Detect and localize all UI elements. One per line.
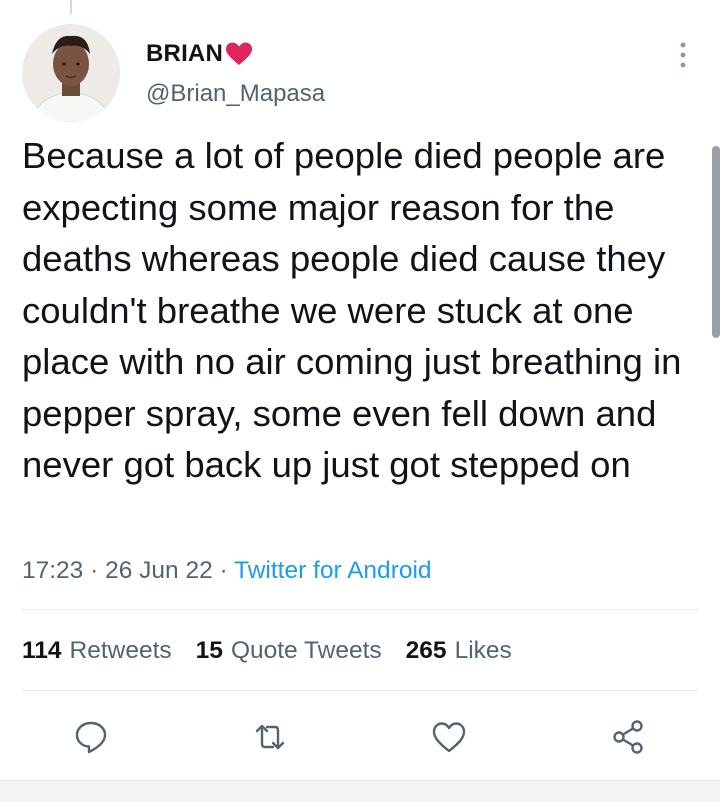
retweets-label: Retweets — [69, 637, 172, 664]
author-name-row[interactable]: BRIAN — [146, 40, 253, 68]
user-handle[interactable]: @Brian_Mapasa — [146, 80, 325, 108]
likes-stat[interactable]: 265 Likes — [406, 637, 512, 665]
avatar-image — [22, 24, 120, 122]
quote-tweets-stat[interactable]: 15 Quote Tweets — [196, 637, 382, 665]
reply-icon[interactable] — [72, 718, 110, 756]
retweets-stat[interactable]: 114 Retweets — [22, 637, 172, 665]
retweet-icon[interactable] — [251, 718, 289, 756]
tweet-meta: 17:23 · 26 Jun 22 · Twitter for Android — [22, 557, 432, 585]
more-options-icon[interactable] — [676, 40, 690, 70]
heart-icon — [226, 42, 252, 65]
meta-separator: · — [219, 557, 228, 584]
quote-tweets-count: 15 — [195, 637, 223, 664]
bottom-bar — [0, 780, 720, 802]
action-bar — [0, 718, 720, 758]
thread-line — [70, 0, 72, 14]
tweet-source[interactable]: Twitter for Android — [234, 557, 431, 584]
divider — [22, 609, 698, 610]
tweet-text: Because a lot of people died people are … — [22, 135, 682, 485]
avatar[interactable] — [22, 24, 120, 122]
scrollbar-thumb[interactable] — [712, 146, 720, 338]
display-name[interactable]: BRIAN — [146, 40, 223, 68]
meta-separator: · — [90, 557, 99, 584]
likes-count: 265 — [405, 637, 447, 664]
likes-label: Likes — [454, 637, 512, 664]
share-icon[interactable] — [610, 718, 648, 756]
tweet-date[interactable]: 26 Jun 22 — [105, 557, 213, 584]
quote-tweets-label: Quote Tweets — [230, 637, 382, 664]
engagement-stats: 114 Retweets 15 Quote Tweets 265 Likes — [22, 637, 536, 665]
like-icon[interactable] — [430, 718, 468, 756]
divider — [22, 690, 698, 691]
tweet-time[interactable]: 17:23 — [22, 557, 83, 584]
retweets-count: 114 — [22, 637, 62, 664]
